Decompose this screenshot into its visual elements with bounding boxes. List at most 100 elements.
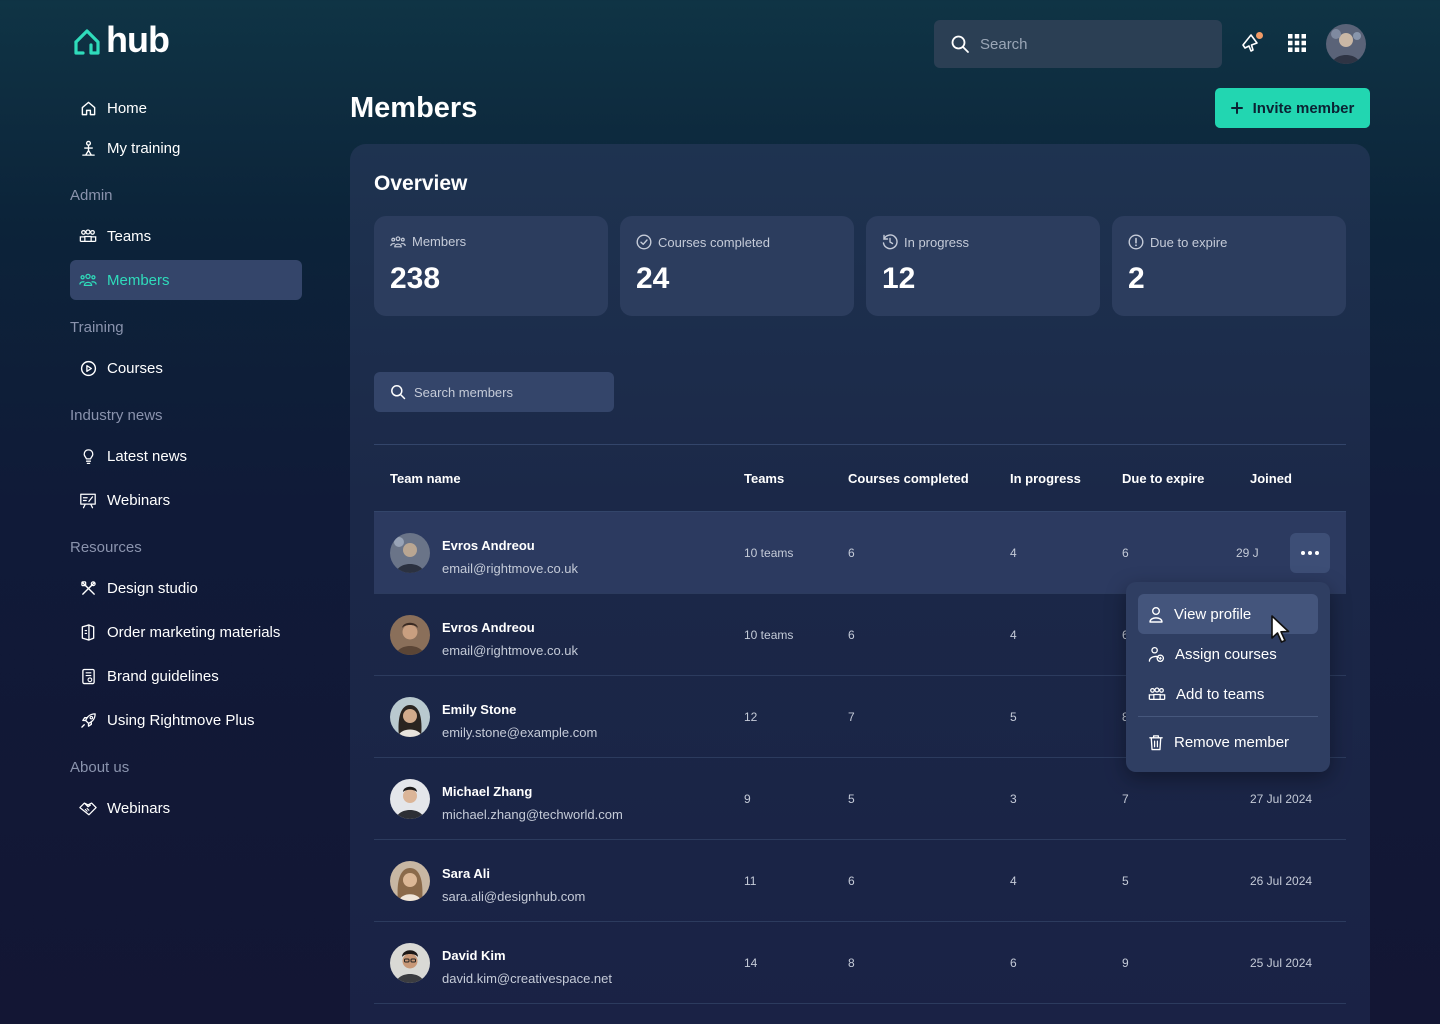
grid-icon: [1287, 33, 1309, 53]
table-row[interactable]: David Kim david.kim@creativespace.net 14…: [374, 922, 1346, 1004]
teams-icon: [79, 227, 97, 245]
sidebar-item-order-materials[interactable]: Order marketing materials: [70, 612, 302, 652]
cell-joined: 25 Jul 2024: [1250, 956, 1313, 970]
cell-due: 9: [1122, 956, 1129, 970]
user-avatar[interactable]: [1326, 24, 1366, 64]
search-icon: [950, 34, 970, 54]
cell-joined: 27 Jul 2024: [1250, 792, 1313, 806]
column-header[interactable]: Joined: [1250, 471, 1292, 486]
member-email: email@rightmove.co.uk: [442, 561, 579, 576]
clock-icon: [882, 234, 898, 250]
sidebar-item-home[interactable]: Home: [70, 88, 302, 128]
sidebar-item-latest-news[interactable]: Latest news: [70, 436, 302, 476]
lightbulb-icon: [79, 447, 97, 465]
cell-in-progress: 5: [1010, 710, 1017, 724]
notifications-button[interactable]: [1240, 32, 1264, 56]
section-label-about-us: About us: [70, 759, 130, 776]
cell-completed: 5: [848, 792, 855, 806]
stat-value: 238: [390, 262, 441, 295]
apps-menu-button[interactable]: [1287, 33, 1309, 55]
cell-joined: 26 Jul 2024: [1250, 874, 1313, 888]
menu-item-label: Add to teams: [1176, 685, 1265, 703]
sidebar-item-label: Latest news: [107, 447, 188, 465]
row-actions-button[interactable]: [1290, 533, 1330, 573]
menu-item-add-to-teams[interactable]: Add to teams: [1138, 674, 1318, 714]
sidebar-item-teams[interactable]: Teams: [70, 216, 302, 256]
cell-teams: 10 teams: [744, 546, 794, 560]
member-name: Evros Andreou: [442, 538, 535, 553]
column-header[interactable]: Team name: [390, 471, 461, 486]
more-dot: [1301, 551, 1305, 555]
guidelines-book-icon: [79, 667, 97, 685]
sidebar-item-brand-guidelines[interactable]: Brand guidelines: [70, 656, 302, 696]
menu-item-label: View profile: [1174, 605, 1252, 623]
members-search[interactable]: [374, 372, 614, 412]
column-header[interactable]: In progress: [1010, 471, 1081, 486]
hub-logo[interactable]: hub: [72, 19, 170, 60]
stat-label: Courses completed: [658, 234, 770, 250]
trash-icon: [1148, 734, 1164, 751]
section-label-resources: Resources: [70, 539, 142, 556]
members-search-input[interactable]: [414, 384, 604, 400]
sidebar-item-my-training[interactable]: My training: [70, 128, 302, 168]
global-search[interactable]: [934, 20, 1222, 68]
member-name: Emily Stone: [442, 702, 517, 717]
sidebar-item-label: Webinars: [107, 799, 171, 817]
invite-member-button[interactable]: Invite member: [1215, 88, 1370, 128]
stat-card-due-to-expire: Due to expire 2: [1112, 216, 1346, 316]
sidebar-item-label: Brand guidelines: [107, 667, 219, 685]
cell-completed: 6: [848, 628, 855, 642]
house-logo-icon: [74, 29, 100, 55]
sidebar-item-about-webinars[interactable]: Webinars: [70, 788, 302, 828]
rocket-icon: [79, 711, 97, 729]
teams-icon: [1148, 686, 1166, 702]
cell-due: 6: [1122, 546, 1129, 560]
assign-courses-icon: [1148, 646, 1165, 663]
check-circle-icon: [636, 234, 652, 250]
brochure-icon: [79, 623, 97, 641]
user-icon: [1148, 606, 1164, 623]
search-input[interactable]: [980, 35, 1200, 53]
sidebar-item-webinars[interactable]: Webinars: [70, 480, 302, 520]
section-label-training: Training: [70, 319, 124, 336]
sidebar-item-courses[interactable]: Courses: [70, 348, 302, 388]
cell-completed: 7: [848, 710, 855, 724]
cell-due: 5: [1122, 874, 1129, 888]
cell-completed: 8: [848, 956, 855, 970]
more-dot: [1308, 551, 1312, 555]
avatar: [390, 943, 430, 983]
members-icon: [79, 271, 97, 289]
member-name: Sara Ali: [442, 866, 490, 881]
stat-label: In progress: [904, 234, 970, 250]
column-header[interactable]: Courses completed: [848, 471, 969, 486]
design-tools-icon: [79, 579, 97, 597]
sidebar-item-using-rightmove-plus[interactable]: Using Rightmove Plus: [70, 700, 302, 740]
cell-in-progress: 3: [1010, 792, 1017, 806]
sidebar-item-members[interactable]: Members: [70, 260, 302, 300]
section-label-admin: Admin: [70, 187, 113, 204]
sidebar-item-label: Courses: [107, 359, 163, 377]
menu-divider: [1138, 716, 1318, 717]
stat-value: 12: [882, 262, 916, 295]
member-name: David Kim: [442, 948, 506, 963]
stat-card-courses-completed: Courses completed 24: [620, 216, 854, 316]
menu-item-label: Assign courses: [1175, 645, 1277, 663]
home-icon: [79, 99, 97, 117]
sidebar-item-design-studio[interactable]: Design studio: [70, 568, 302, 608]
notification-dot: [1256, 32, 1263, 39]
column-header[interactable]: Teams: [744, 471, 784, 486]
member-name: Evros Andreou: [442, 620, 535, 635]
avatar: [390, 533, 430, 573]
cell-completed: 6: [848, 546, 855, 560]
sidebar-item-label: My training: [107, 139, 181, 157]
menu-item-remove-member[interactable]: Remove member: [1138, 722, 1318, 762]
plus-icon: [1230, 102, 1243, 114]
table-row[interactable]: Sara Ali sara.ali@designhub.com 11 6 4 5…: [374, 840, 1346, 922]
table-header: Team name Teams Courses completed In pro…: [374, 444, 1346, 512]
stat-label: Due to expire: [1150, 234, 1228, 250]
members-icon: [390, 235, 406, 249]
cell-in-progress: 4: [1010, 546, 1017, 560]
logo-text: hub: [106, 19, 170, 60]
sidebar-item-label: Members: [107, 271, 170, 289]
column-header[interactable]: Due to expire: [1122, 471, 1204, 486]
